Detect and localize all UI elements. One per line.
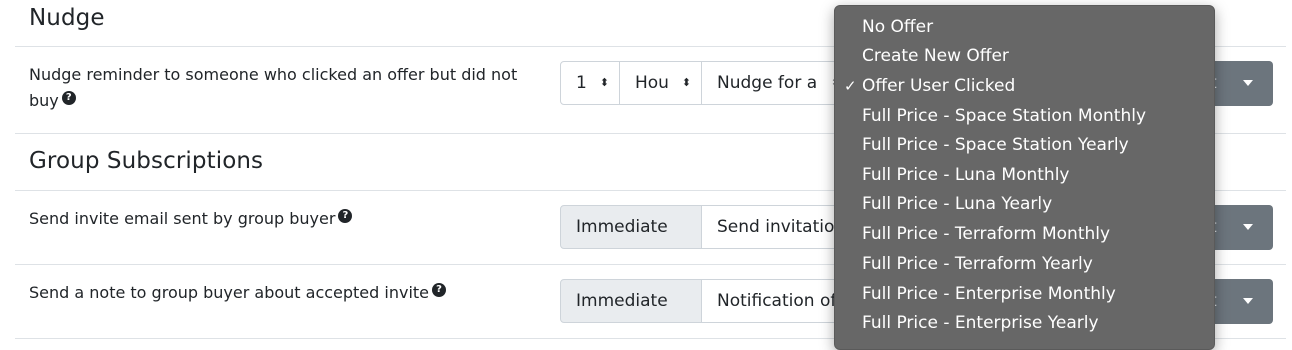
section-title-group-subscriptions: Group Subscriptions xyxy=(29,148,264,174)
nudge-template-value: Nudge for a xyxy=(717,73,818,93)
dropdown-option[interactable]: Full Price - Enterprise Monthly xyxy=(862,283,1116,305)
nudge-count-select[interactable]: 1 ⬍ xyxy=(560,61,620,105)
dropdown-option[interactable]: No Offer xyxy=(862,16,933,38)
dropdown-option[interactable]: Full Price - Luna Monthly xyxy=(862,164,1070,186)
dropdown-option[interactable]: Full Price - Terraform Yearly xyxy=(862,253,1093,275)
invite-row-label: Send invite email sent by group buyer? xyxy=(29,206,549,232)
note-timing: Immediate xyxy=(560,279,702,323)
updown-arrows-icon: ⬍ xyxy=(681,76,691,89)
invite-template-value: Send invitation xyxy=(717,217,846,237)
section-title-nudge: Nudge xyxy=(29,5,105,31)
dropdown-option[interactable]: Full Price - Space Station Monthly xyxy=(862,105,1146,127)
help-icon[interactable]: ? xyxy=(61,91,76,105)
note-template-select[interactable]: Notification of xyxy=(701,279,851,323)
dropdown-option[interactable]: Create New Offer xyxy=(862,45,1009,67)
dropdown-option[interactable]: Full Price - Luna Yearly xyxy=(862,193,1052,215)
updown-arrows-icon: ⬍ xyxy=(599,76,609,89)
help-icon[interactable]: ? xyxy=(432,283,447,297)
dropdown-option[interactable]: Full Price - Terraform Monthly xyxy=(862,223,1110,245)
offer-dropdown-menu[interactable]: No Offer Create New Offer ✓ Offer User Cl… xyxy=(834,5,1215,350)
caret-down-icon xyxy=(1243,224,1253,230)
nudge-count-value: 1 xyxy=(576,73,587,93)
caret-down-icon xyxy=(1243,298,1253,304)
invite-label-text: Send invite email sent by group buyer xyxy=(29,209,336,228)
nudge-template-select[interactable]: Nudge for a ⬍ xyxy=(701,61,851,105)
caret-down-icon xyxy=(1243,80,1253,86)
note-template-value: Notification of xyxy=(717,291,837,311)
dropdown-option-selected[interactable]: ✓ Offer User Clicked xyxy=(844,75,1015,97)
note-timing-value: Immediate xyxy=(576,291,668,311)
nudge-unit-select[interactable]: Hou ⬍ xyxy=(619,61,702,105)
invite-timing: Immediate xyxy=(560,205,702,249)
help-icon[interactable]: ? xyxy=(338,209,353,223)
nudge-label-text: Nudge reminder to someone who clicked an… xyxy=(29,65,518,110)
check-icon: ✓ xyxy=(844,77,857,95)
nudge-unit-value: Hou xyxy=(635,73,669,93)
dropdown-option[interactable]: Full Price - Space Station Yearly xyxy=(862,134,1129,156)
note-label-text: Send a note to group buyer about accepte… xyxy=(29,283,430,302)
invite-timing-value: Immediate xyxy=(576,217,668,237)
nudge-row-label: Nudge reminder to someone who clicked an… xyxy=(29,62,549,114)
invite-template-select[interactable]: Send invitation xyxy=(701,205,851,249)
dropdown-option[interactable]: Full Price - Enterprise Yearly xyxy=(862,312,1099,334)
note-row-label: Send a note to group buyer about accepte… xyxy=(29,280,549,306)
